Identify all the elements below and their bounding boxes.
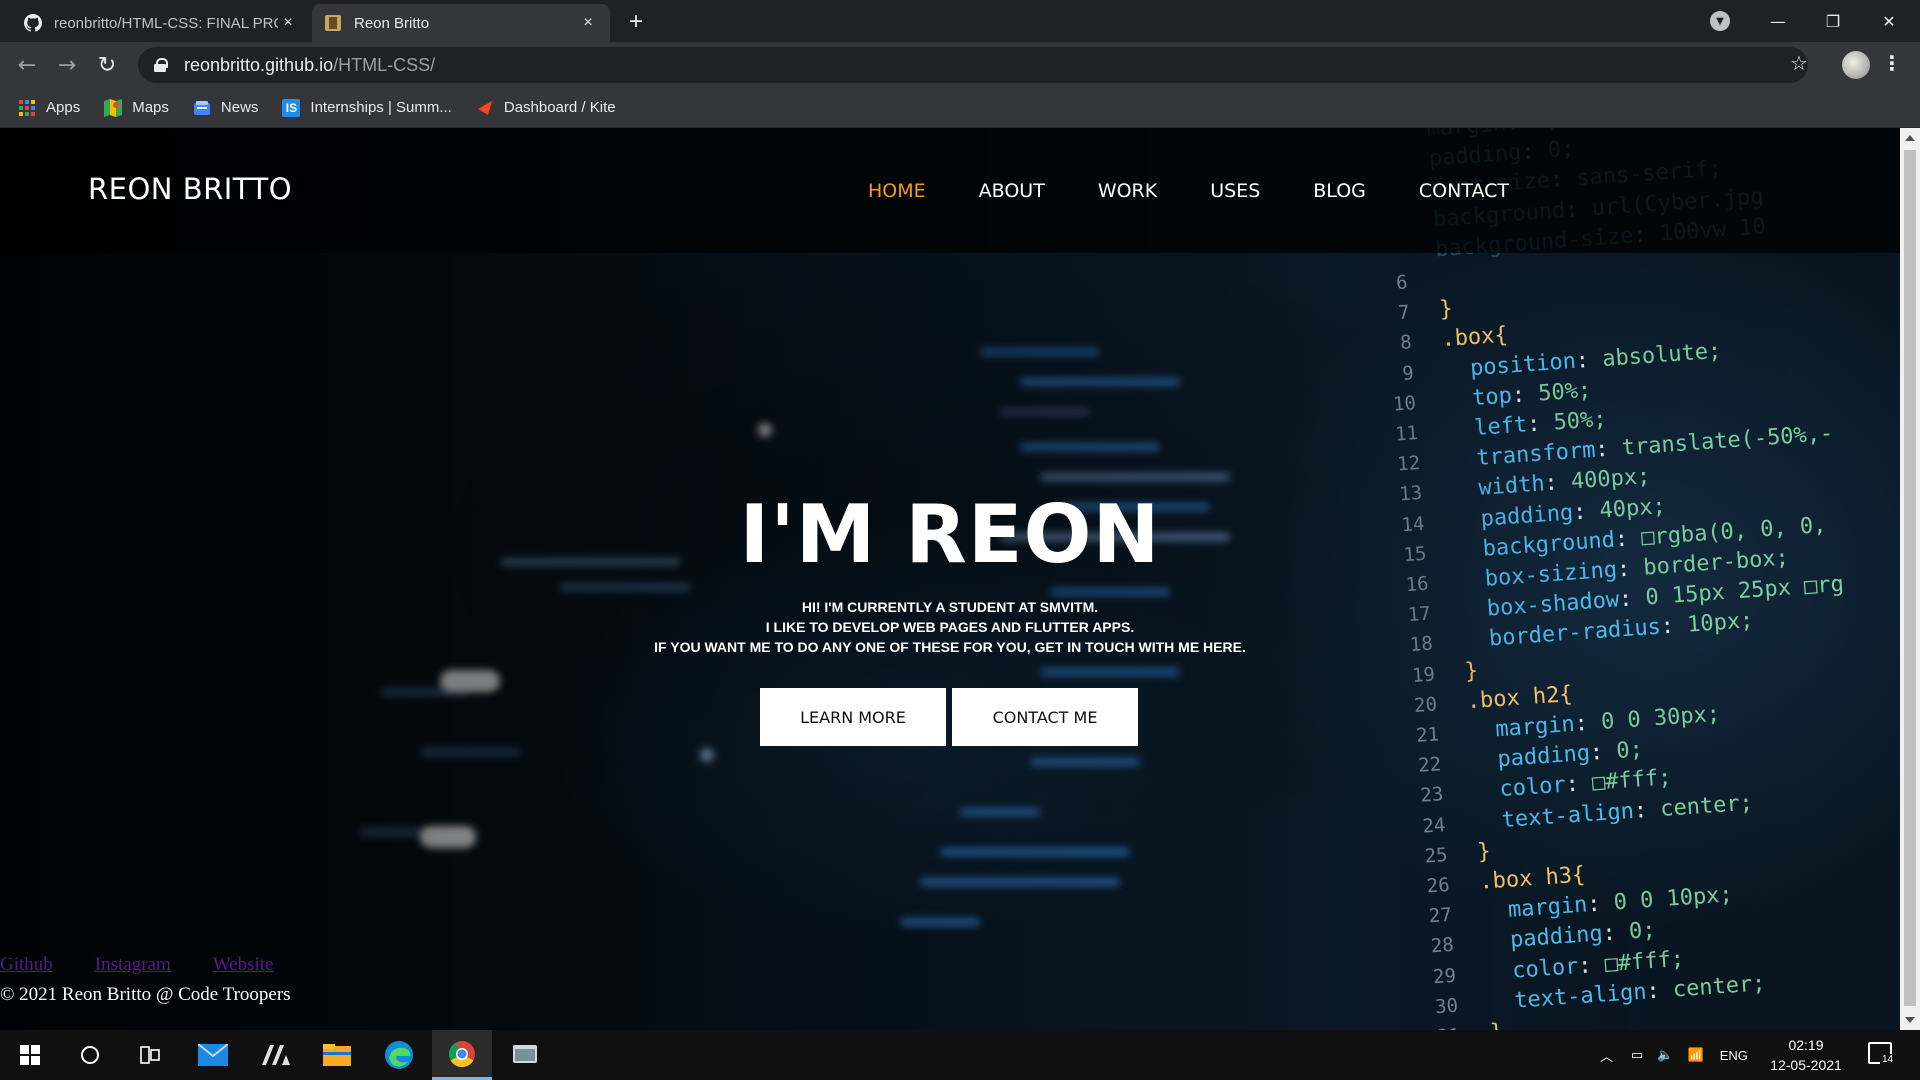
internshala-icon: IS bbox=[282, 98, 301, 117]
reload-icon[interactable]: ↻ bbox=[91, 49, 123, 81]
footer-links: Github Instagram Website bbox=[0, 954, 316, 976]
hero-title: I'M REON bbox=[739, 488, 1161, 581]
nav-blog[interactable]: BLOG bbox=[1313, 180, 1366, 202]
scroll-up-arrow-icon[interactable] bbox=[1905, 135, 1915, 141]
back-arrow-icon[interactable]: ← bbox=[11, 49, 43, 81]
scrollbar-thumb[interactable] bbox=[1904, 150, 1916, 1006]
clock-date: 12-05-2021 bbox=[1770, 1057, 1842, 1073]
maps-icon bbox=[104, 98, 123, 117]
footer-copyright: © 2021 Reon Britto @ Code Troopers bbox=[0, 984, 291, 1005]
bookmark-label: Apps bbox=[46, 99, 81, 116]
bookmark-star-icon[interactable]: ☆ bbox=[1790, 51, 1808, 75]
page-scrollbar[interactable] bbox=[1900, 128, 1920, 1030]
bookmark-label: Dashboard / Kite bbox=[503, 99, 616, 116]
app-window-icon[interactable] bbox=[495, 1030, 555, 1080]
nav-contact[interactable]: CONTACT bbox=[1419, 180, 1509, 202]
footer-link-instagram[interactable]: Instagram bbox=[95, 954, 171, 976]
bookmark-internships[interactable]: IS Internships | Summ... bbox=[282, 98, 452, 117]
news-icon bbox=[193, 99, 211, 117]
menu-kebab-icon[interactable]: ⋮ bbox=[1882, 51, 1902, 75]
footer-link-github[interactable]: Github bbox=[0, 954, 53, 976]
chrome-icon[interactable] bbox=[432, 1030, 492, 1080]
nav-home[interactable]: HOME bbox=[868, 180, 926, 202]
browser-toolbar: ← → ↻ reonbritto.github.io/HTML-CSS/ ☆ ⋮ bbox=[0, 42, 1920, 88]
bookmarks-bar: Apps Maps News IS Internships | Summ... … bbox=[0, 88, 1920, 128]
hero-intro: HI! I'M CURRENTLY A STUDENT AT SMVITM. I… bbox=[600, 597, 1300, 657]
system-tray: ︿ ▭ 🔈 📶 ENG bbox=[1600, 1030, 1748, 1080]
nav-about[interactable]: ABOUT bbox=[979, 180, 1045, 202]
kite-icon bbox=[476, 99, 494, 117]
site-favicon bbox=[324, 14, 342, 32]
cortana-search-icon[interactable] bbox=[60, 1030, 120, 1080]
webpage: margin: 0;padding: 0;font-size: sans-ser… bbox=[0, 128, 1900, 1030]
profile-avatar[interactable] bbox=[1842, 51, 1870, 79]
footer-link-website[interactable]: Website bbox=[213, 954, 274, 976]
bookmark-kite[interactable]: Dashboard / Kite bbox=[476, 99, 616, 117]
chevron-up-icon[interactable]: ︿ bbox=[1600, 1046, 1613, 1065]
minimize-button[interactable]: — bbox=[1755, 0, 1801, 42]
mail-icon[interactable] bbox=[183, 1030, 243, 1080]
notification-count: 14 bbox=[1880, 1054, 1896, 1065]
bookmark-apps[interactable]: Apps bbox=[18, 99, 80, 117]
tab-reon-britto[interactable]: Reon Britto × bbox=[312, 4, 610, 42]
url-path: /HTML-CSS/ bbox=[333, 54, 436, 75]
nav-work[interactable]: WORK bbox=[1098, 180, 1157, 202]
wifi-icon[interactable]: 📶 bbox=[1688, 1047, 1704, 1063]
tab-title: Reon Britto bbox=[354, 14, 430, 32]
lock-icon bbox=[154, 58, 168, 72]
bookmark-label: Maps bbox=[132, 99, 169, 116]
hero-line: HI! I'M CURRENTLY A STUDENT AT SMVITM. bbox=[801, 599, 1099, 615]
site-header: REON BRITTO HOME ABOUT WORK USES BLOG CO… bbox=[0, 128, 1900, 253]
close-tab-icon[interactable]: × bbox=[278, 13, 298, 33]
edge-icon[interactable] bbox=[369, 1030, 429, 1080]
battery-icon[interactable]: ▭ bbox=[1631, 1047, 1643, 1063]
scroll-down-arrow-icon[interactable] bbox=[1905, 1017, 1915, 1023]
hero-line: I LIKE TO DEVELOP WEB PAGES AND FLUTTER … bbox=[765, 619, 1135, 635]
site-nav: HOME ABOUT WORK USES BLOG CONTACT bbox=[868, 180, 1562, 202]
address-bar[interactable]: reonbritto.github.io/HTML-CSS/ bbox=[138, 47, 1808, 83]
bookmark-maps[interactable]: Maps bbox=[104, 98, 169, 117]
close-window-button[interactable]: ✕ bbox=[1866, 0, 1912, 42]
taskbar-clock[interactable]: 02:19 12-05-2021 bbox=[1766, 1035, 1846, 1075]
site-logo[interactable]: REON BRITTO bbox=[88, 172, 292, 206]
bookmark-label: Internships | Summ... bbox=[310, 99, 452, 116]
file-explorer-icon[interactable] bbox=[307, 1030, 367, 1080]
browser-tab-strip: reonbritto/HTML-CSS: FINAL PRO × Reon Br… bbox=[0, 0, 1920, 42]
bookmark-news[interactable]: News bbox=[193, 99, 259, 117]
close-tab-icon[interactable]: × bbox=[578, 13, 598, 33]
bookmark-label: News bbox=[220, 99, 259, 116]
tab-search-icon[interactable]: ▼ bbox=[1710, 11, 1730, 31]
language-indicator[interactable]: ENG bbox=[1720, 1048, 1748, 1063]
learn-more-button[interactable]: LEARN MORE bbox=[760, 688, 946, 746]
apps-grid-icon bbox=[18, 99, 36, 117]
tab-title: reonbritto/HTML-CSS: FINAL PRO bbox=[54, 14, 278, 32]
task-view-icon[interactable] bbox=[120, 1030, 180, 1080]
tab-github[interactable]: reonbritto/HTML-CSS: FINAL PRO × bbox=[12, 4, 310, 42]
github-icon bbox=[24, 14, 42, 32]
app-icon[interactable] bbox=[246, 1030, 306, 1080]
hero-line: IF YOU WANT ME TO DO ANY ONE OF THESE FO… bbox=[654, 639, 1246, 655]
url-host: reonbritto.github.io bbox=[184, 54, 334, 75]
nav-uses[interactable]: USES bbox=[1210, 180, 1260, 202]
windows-start-icon[interactable] bbox=[0, 1030, 60, 1080]
volume-icon[interactable]: 🔈 bbox=[1657, 1047, 1673, 1063]
new-tab-button[interactable]: + bbox=[622, 8, 650, 36]
forward-arrow-icon[interactable]: → bbox=[51, 49, 83, 81]
clock-time: 02:19 bbox=[1788, 1037, 1824, 1053]
contact-me-button[interactable]: CONTACT ME bbox=[952, 688, 1138, 746]
restore-button[interactable]: ❐ bbox=[1810, 0, 1856, 42]
windows-taskbar: ︿ ▭ 🔈 📶 ENG 02:19 12-05-2021 14 bbox=[0, 1030, 1920, 1080]
